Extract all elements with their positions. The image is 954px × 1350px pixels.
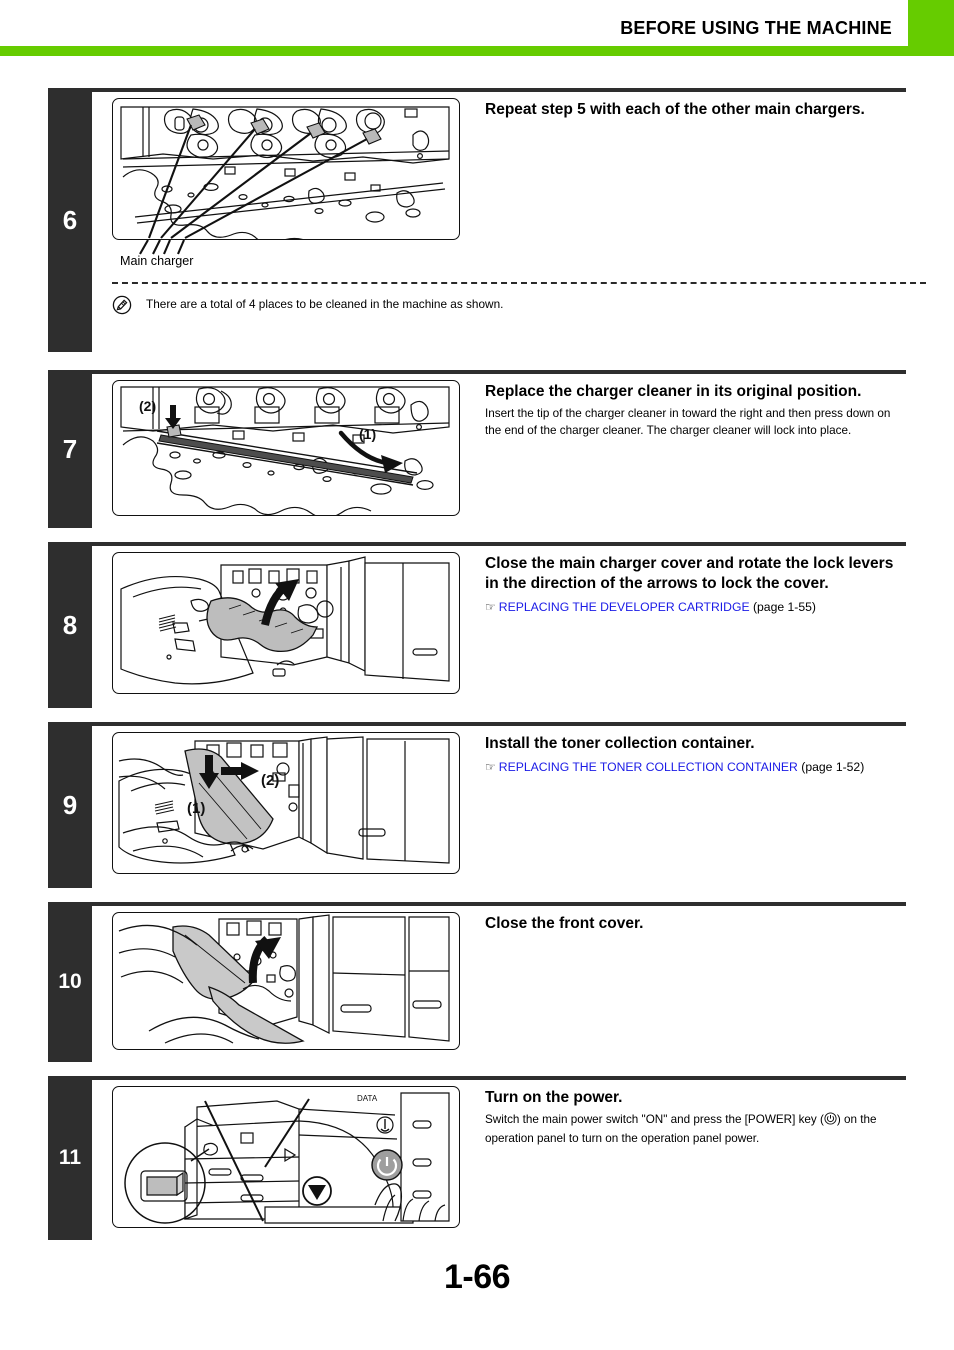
step-10-illustration-area (112, 912, 460, 1062)
step-6-text: Repeat step 5 with each of the other mai… (460, 98, 926, 274)
step-8-title: Close the main charger cover and rotate … (485, 555, 894, 592)
step-divider (48, 902, 906, 906)
step-10-title: Close the front cover. (485, 915, 644, 932)
step-9-reference[interactable]: ☞ REPLACING THE TONER COLLECTION CONTAINE… (485, 759, 906, 776)
power-key-icon (824, 1112, 837, 1131)
page-title: BEFORE USING THE MACHINE (620, 18, 892, 38)
step-8-reference-link[interactable]: REPLACING THE DEVELOPER CARTRIDGE (499, 600, 750, 614)
step-11-description-part1: Switch the main power switch "ON" and pr… (485, 1112, 824, 1126)
step-divider (48, 722, 906, 726)
header-accent-tab (908, 0, 954, 56)
pencil-note-icon (112, 295, 134, 320)
step-9-reference-link[interactable]: REPLACING THE TONER COLLECTION CONTAINER (499, 760, 798, 774)
step-number-9: 9 (48, 722, 92, 888)
step-11-description: Switch the main power switch "ON" and pr… (485, 1112, 906, 1148)
header-accent-band (0, 46, 954, 56)
step-block-7: 7 (2) (1) Replace the charger cleaner in… (48, 370, 906, 528)
callout-1-label: (1) (187, 800, 205, 817)
step-8-text: Close the main charger cover and rotate … (460, 552, 906, 708)
illustration-caption-main-charger: Main charger (120, 254, 194, 268)
step-number-11: 11 (48, 1076, 92, 1240)
pointing-hand-icon: ☞ (485, 759, 496, 774)
close-main-charger-cover-illustration (112, 552, 460, 694)
page-number: 1-66 (443, 1258, 511, 1296)
step-divider (48, 370, 906, 374)
step-block-10: 10 Close the front cover. (48, 902, 906, 1062)
charger-cleaner-replacement-illustration: (2) (1) (112, 380, 460, 516)
step-11-illustration-area: DATA (112, 1086, 460, 1240)
step-divider (48, 88, 906, 92)
step-6-note: There are a total of 4 places to be clea… (92, 282, 926, 334)
step-9-reference-page: (page 1-52) (801, 759, 865, 774)
step-8-illustration-area (112, 552, 460, 708)
page-header: BEFORE USING THE MACHINE (0, 0, 954, 56)
close-front-cover-illustration (112, 912, 460, 1050)
main-charger-locations-illustration (112, 98, 460, 240)
panel-data-label: DATA (357, 1094, 378, 1103)
step-10-text: Close the front cover. (460, 912, 906, 1062)
step-divider (48, 542, 906, 546)
step-number-10: 10 (48, 902, 92, 1062)
callout-2-label: (2) (261, 772, 279, 789)
callout-2-label: (2) (139, 398, 156, 414)
step-number-7: 7 (48, 370, 92, 528)
step-8-reference[interactable]: ☞ REPLACING THE DEVELOPER CARTRIDGE (page… (485, 599, 906, 616)
turn-on-power-illustration: DATA (112, 1086, 460, 1228)
step-8-reference-page: (page 1-55) (752, 599, 816, 614)
step-7-description: Insert the tip of the charger cleaner in… (485, 406, 891, 437)
step-block-6: 6 Main charger Repeat step 5 with each o… (48, 88, 926, 352)
steps-list: 6 Main charger Repeat step 5 with each o… (48, 88, 926, 1254)
step-11-title: Turn on the power. (485, 1089, 623, 1106)
callout-1-label: (1) (359, 426, 376, 442)
step-6-illustration-area: Main charger (112, 98, 460, 274)
step-9-text: Install the toner collection container. … (460, 732, 906, 888)
step-7-text: Replace the charger cleaner in its origi… (460, 380, 906, 528)
step-block-9: 9 (1) (2) Install the toner collection c… (48, 722, 906, 888)
step-7-title: Replace the charger cleaner in its origi… (485, 383, 862, 400)
step-number-6: 6 (48, 88, 92, 352)
step-divider (48, 1076, 906, 1080)
step-number-8: 8 (48, 542, 92, 708)
step-9-title: Install the toner collection container. (485, 735, 755, 752)
step-6-title: Repeat step 5 with each of the other mai… (485, 101, 865, 118)
step-block-11: 11 DATA Turn on the power. Switch the ma… (48, 1076, 906, 1240)
pointing-hand-icon: ☞ (485, 599, 496, 614)
install-toner-collection-container-illustration: (1) (2) (112, 732, 460, 874)
step-11-text: Turn on the power. Switch the main power… (460, 1086, 906, 1240)
step-7-illustration-area: (2) (1) (112, 380, 460, 528)
note-text: There are a total of 4 places to be clea… (146, 297, 504, 311)
step-9-illustration-area: (1) (2) (112, 732, 460, 888)
step-block-8: 8 Close the main charger cover and rotat… (48, 542, 906, 708)
